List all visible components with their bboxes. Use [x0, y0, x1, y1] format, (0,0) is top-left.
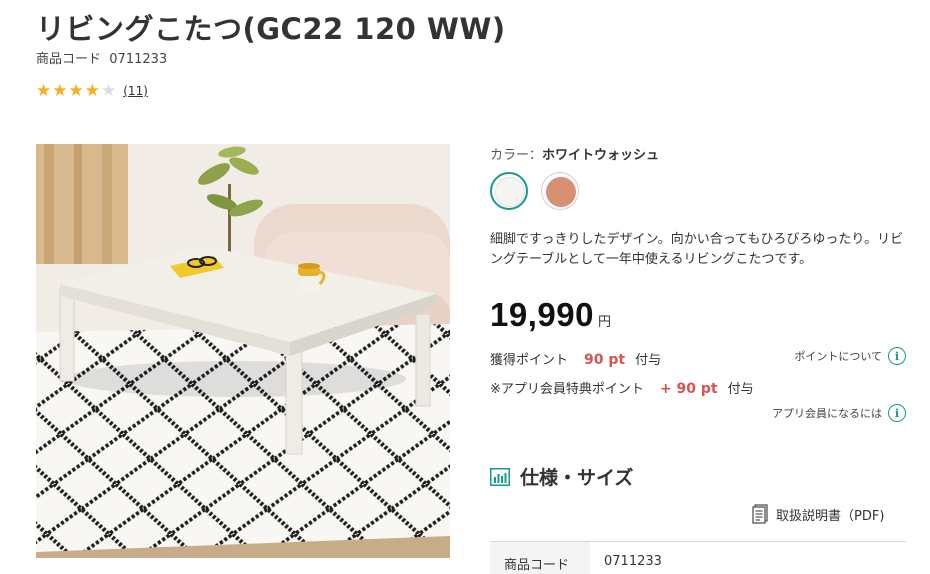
color-label: カラー：ホワイトウォッシュ [490, 144, 659, 163]
product-image [36, 144, 450, 558]
earn-points-row: 獲得ポイント 90 pt 付与 [490, 349, 661, 368]
star-icon: ★ [68, 81, 84, 101]
color-label-text: カラー： [490, 148, 543, 163]
spec-heading-text: 仕様・サイズ [520, 467, 634, 489]
points-about-link[interactable]: ポイントについて i [794, 347, 906, 365]
star-icon: ★ [84, 81, 100, 101]
app-points-row: ※アプリ会員特典ポイント + 90 pt 付与 [490, 378, 754, 397]
product-code-line: 商品コード 0711233 [36, 48, 167, 67]
app-member-link[interactable]: アプリ会員になるには i [772, 404, 906, 422]
manual-pdf-link[interactable]: 取扱説明書（PDF) [752, 504, 884, 524]
earn-points-label: 獲得ポイント [490, 353, 569, 368]
info-icon: i [888, 347, 906, 365]
spec-table: 商品コード 0711233 [490, 541, 906, 574]
chart-icon [490, 467, 510, 486]
price: 19,990 円 [490, 296, 611, 334]
info-icon: i [888, 404, 906, 422]
price-unit: 円 [597, 315, 611, 330]
swatch-fill [495, 177, 525, 207]
rating: ★ ★ ★ ★ ★ (11) [36, 82, 148, 100]
color-selected-name: ホワイトウォッシュ [542, 148, 660, 163]
color-swatch-white[interactable] [490, 172, 528, 210]
spec-heading: 仕様・サイズ [490, 463, 633, 490]
product-title: リビングこたつ(GC22 120 WW) [36, 12, 506, 46]
star-empty-icon: ★ [101, 81, 117, 101]
app-points-value: + 90 pt [659, 381, 718, 397]
app-points-suffix: 付与 [727, 382, 754, 397]
earn-points-value: 90 pt [584, 352, 626, 368]
product-description: 細脚ですっきりしたデザイン。向かい合ってもひろびろゆったり。リビングテーブルとし… [490, 232, 904, 267]
spec-row-value: 0711233 [604, 554, 662, 569]
price-value: 19,990 [490, 296, 594, 333]
color-swatch-brown[interactable] [541, 172, 579, 210]
points-about-text: ポイントについて [794, 350, 882, 363]
manual-pdf-text: 取扱説明書（PDF) [776, 508, 885, 524]
review-count-link[interactable]: (11) [123, 84, 148, 98]
document-icon [752, 504, 768, 524]
app-member-text: アプリ会員になるには [772, 407, 882, 420]
earn-points-suffix: 付与 [635, 353, 662, 368]
swatch-fill [546, 177, 576, 207]
spec-row-label: 商品コード [490, 542, 590, 574]
star-icon: ★ [36, 81, 52, 101]
app-points-label: ※アプリ会員特典ポイント [490, 382, 644, 397]
product-code-value: 0711233 [109, 52, 168, 67]
star-icon: ★ [52, 81, 68, 101]
product-code-label: 商品コード [36, 52, 102, 67]
